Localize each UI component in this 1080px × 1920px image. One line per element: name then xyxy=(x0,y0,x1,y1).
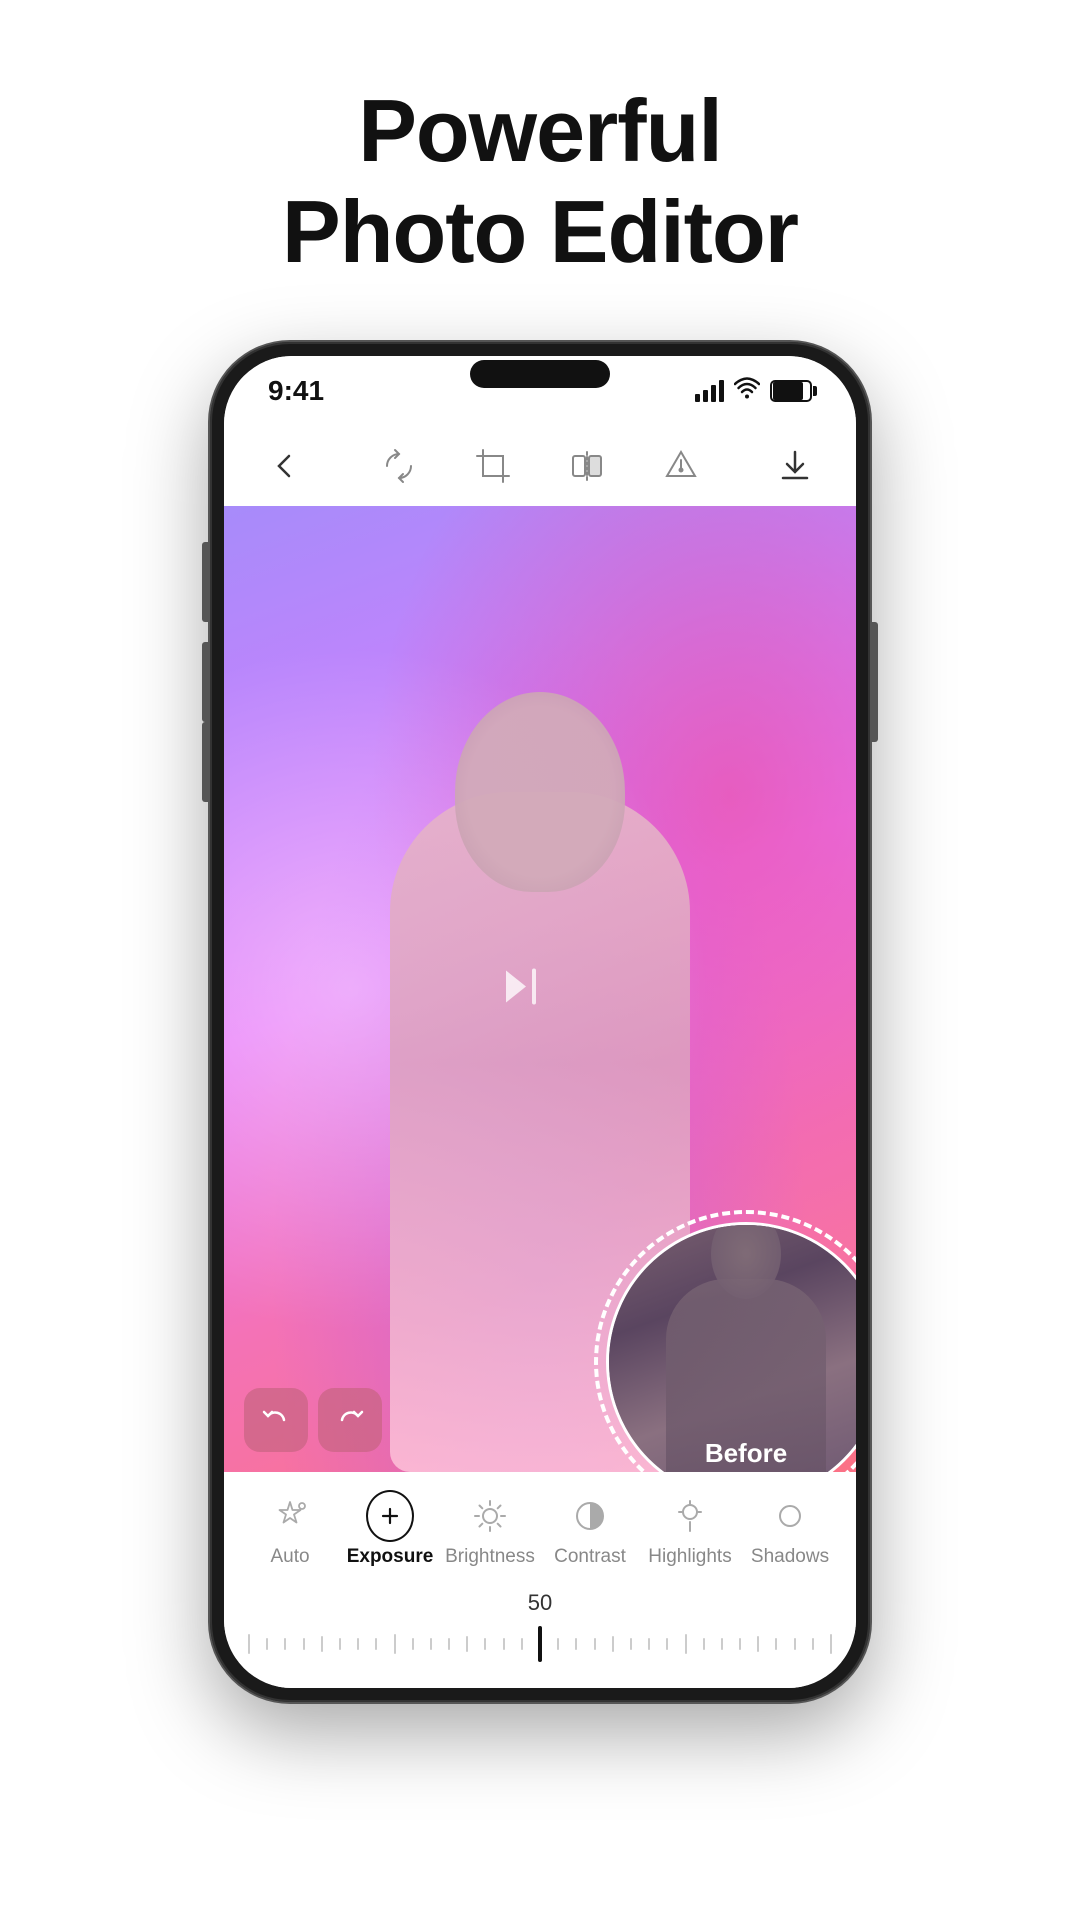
slider-value: 50 xyxy=(244,1590,836,1616)
phone-frame: 9:41 xyxy=(210,342,870,1702)
contrast-icon xyxy=(566,1492,614,1540)
status-time: 9:41 xyxy=(268,375,324,407)
auto-icon xyxy=(266,1492,314,1540)
redo-button[interactable] xyxy=(318,1388,382,1452)
title-line2: Photo Editor xyxy=(282,182,798,281)
highlights-label: Highlights xyxy=(648,1546,731,1568)
auto-label: Auto xyxy=(270,1546,309,1568)
toolbar-tools xyxy=(374,441,706,491)
before-preview: Before xyxy=(606,1222,856,1472)
tool-highlights[interactable]: Highlights xyxy=(640,1486,740,1574)
phone-screen: 9:41 xyxy=(224,356,856,1688)
tool-brightness[interactable]: Brightness xyxy=(440,1486,540,1574)
brightness-icon xyxy=(466,1492,514,1540)
undo-button[interactable] xyxy=(244,1388,308,1452)
adjust-button[interactable] xyxy=(656,441,706,491)
download-button[interactable] xyxy=(770,441,820,491)
before-label: Before xyxy=(705,1438,787,1469)
dynamic-island xyxy=(470,360,610,388)
tool-auto[interactable]: Auto xyxy=(240,1486,340,1574)
figure-head xyxy=(455,692,625,892)
photo-canvas[interactable]: Before xyxy=(224,506,856,1472)
before-after-arrow xyxy=(486,957,546,1022)
shadows-label: Shadows xyxy=(751,1546,829,1568)
signal-icon xyxy=(695,380,724,402)
toolbar xyxy=(224,426,856,506)
exposure-icon xyxy=(366,1492,414,1540)
status-icons xyxy=(695,377,812,405)
page-title-section: Powerful Photo Editor xyxy=(282,80,798,282)
undo-redo-buttons xyxy=(244,1388,382,1452)
crop-button[interactable] xyxy=(468,441,518,491)
slider-area: 50 xyxy=(224,1582,856,1678)
bottom-panel: Auto Exposure xyxy=(224,1472,856,1688)
brightness-label: Brightness xyxy=(445,1546,535,1568)
shadows-icon xyxy=(766,1492,814,1540)
page-title: Powerful Photo Editor xyxy=(282,80,798,282)
highlights-icon xyxy=(666,1492,714,1540)
slider-thumb[interactable] xyxy=(538,1626,542,1662)
tool-exposure[interactable]: Exposure xyxy=(340,1486,440,1574)
rotate-button[interactable] xyxy=(374,441,424,491)
battery-icon xyxy=(770,380,812,402)
tool-contrast[interactable]: Contrast xyxy=(540,1486,640,1574)
plus-circle-icon xyxy=(366,1490,414,1542)
photo-main: Before xyxy=(224,506,856,1472)
exposure-label: Exposure xyxy=(347,1546,434,1568)
wifi-icon xyxy=(734,377,760,405)
tools-row: Auto Exposure xyxy=(224,1472,856,1582)
flip-button[interactable] xyxy=(562,441,612,491)
before-circle-image: Before xyxy=(606,1222,856,1472)
back-button[interactable] xyxy=(260,441,310,491)
title-line1: Powerful xyxy=(358,81,722,180)
tool-shadows[interactable]: Shadows xyxy=(740,1486,840,1574)
slider-track[interactable] xyxy=(244,1624,836,1664)
contrast-label: Contrast xyxy=(554,1546,626,1568)
